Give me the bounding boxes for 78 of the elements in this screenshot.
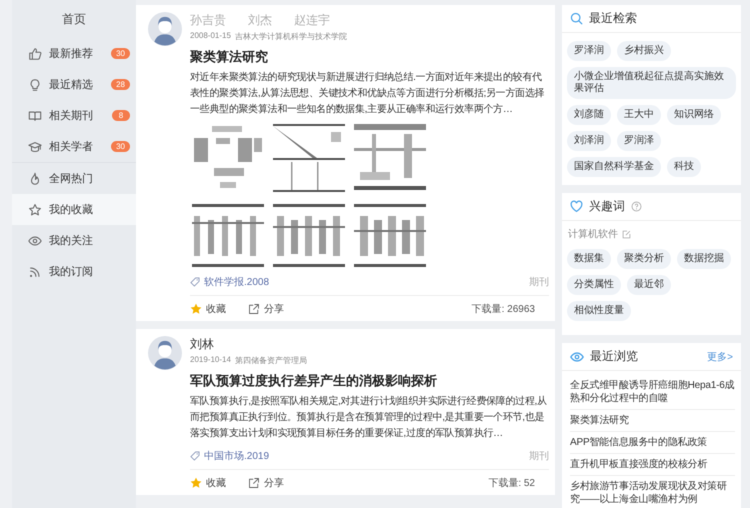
share-icon (248, 303, 260, 315)
sidebar-item[interactable]: 相关学者 30 (12, 131, 136, 162)
publish-date: 2019-10-14 (190, 355, 231, 366)
sidebar-item[interactable]: 我的订阅 (12, 256, 136, 287)
sidebar-header[interactable]: 首页 (12, 0, 136, 38)
rss-icon (28, 264, 42, 278)
keyword-chip[interactable]: 王大中 (617, 105, 661, 125)
recent-item[interactable]: 全反式维甲酸诱导肝癌细胞Hepa1-6成熟和分化过程中的自噬 (570, 375, 735, 410)
share-button[interactable]: 分享 (248, 476, 284, 490)
keyword-chip[interactable]: 最近邻 (627, 275, 671, 295)
tag-icon (190, 277, 200, 287)
download-count: 下载量: 52 (488, 476, 535, 490)
sidebar-item[interactable]: 最近精选 28 (12, 69, 136, 100)
flame-icon (28, 172, 42, 186)
help-icon[interactable] (631, 201, 642, 212)
keyword-chip[interactable]: 刘彦随 (567, 105, 611, 125)
lightbulb-icon (28, 78, 42, 92)
paper-abstract: 对近年来聚类算法的研究现状与新进展进行归纳总结.一方面对近年来提出的较有代表性的聚类算法,从算法思想、关键技术和优缺点等方面进行分析概括;另一方面选择一些典型的聚类算法和一些知名的数据集,主要从正确率和运行效率两个方… (190, 70, 546, 117)
keyword-chip[interactable]: 刘泽润 (567, 131, 611, 151)
author-name[interactable]: 刘林 (190, 336, 214, 353)
keyword-chip[interactable]: 数据挖掘 (677, 249, 731, 269)
keyword-chip[interactable]: 乡村振兴 (617, 41, 671, 61)
sidebar-item[interactable]: 我的关注 (12, 225, 136, 256)
graduation-cap-icon (28, 140, 42, 154)
journal-link[interactable]: 中国市场.2019 (204, 449, 270, 463)
keyword-chip[interactable]: 分类属性 (567, 275, 621, 295)
keyword-chip[interactable]: 小微企业增值税起征点提高实施效果评估 (567, 67, 736, 99)
panel-title: 最近检索 (589, 10, 637, 27)
share-button[interactable]: 分享 (248, 302, 284, 316)
count-badge: 8 (112, 110, 130, 121)
thumbs-up-icon (28, 46, 42, 60)
tag-icon (190, 451, 200, 461)
book-icon (28, 108, 42, 122)
panel-title: 最近浏览 (590, 348, 638, 365)
edit-icon[interactable] (622, 230, 631, 238)
keyword-chip[interactable]: 知识网络 (667, 105, 721, 125)
eye-icon (28, 234, 42, 248)
keyword-chip[interactable]: 数据集 (567, 249, 611, 269)
favorite-button[interactable]: 收藏 (190, 476, 226, 490)
download-count: 下载量: 26963 (472, 302, 535, 316)
journal-link[interactable]: 软件学报.2008 (204, 275, 270, 289)
count-badge: 30 (111, 141, 130, 152)
paper-title[interactable]: 军队预算过度执行差异产生的消极影响探析 (190, 372, 549, 390)
keyword-chip[interactable]: 科技 (667, 157, 701, 177)
institution: 第四储备资产管理局 (234, 355, 307, 366)
document-type: 期刊 (529, 276, 549, 289)
sidebar-item[interactable]: 相关期刊 8 (12, 100, 136, 131)
keyword-chip[interactable]: 国家自然科学基金 (567, 157, 661, 177)
institution: 吉林大学计算机科学与技术学院 (234, 31, 347, 42)
star-icon (190, 477, 202, 489)
recent-item[interactable]: 直升机甲板直接强度的校核分析 (570, 454, 735, 476)
keyword-chip[interactable]: 罗润泽 (617, 131, 661, 151)
paper-abstract: 军队预算执行,是按照军队相关规定,对其进行计划组织并实际进行经费保障的过程,从而把预算真正执行到位。预算执行是含在预算管理的过程中,是其重要一个环节,也是落实预算支出计划和实现预算目标任务的重要保证,过度的军队预算执行… (190, 394, 548, 441)
count-badge: 28 (111, 79, 130, 90)
recent-item[interactable]: 聚类算法研究 (570, 410, 735, 432)
search-icon (570, 12, 583, 25)
category-label: 计算机软件 (568, 228, 618, 241)
keyword-chip[interactable]: 聚类分析 (617, 249, 671, 269)
panel-title: 兴趣词 (589, 198, 625, 215)
avatar-icon (148, 336, 182, 370)
paper-title[interactable]: 聚类算法研究 (190, 48, 549, 66)
avatar-icon (148, 12, 182, 46)
star-icon (190, 303, 202, 315)
publish-date: 2008-01-15 (190, 31, 231, 42)
sidebar-item[interactable]: 我的收藏 (12, 194, 136, 225)
count-badge: 30 (111, 48, 130, 59)
favorite-button[interactable]: 收藏 (190, 302, 226, 316)
more-link[interactable]: 更多> (707, 350, 733, 364)
eye-icon (570, 350, 584, 364)
document-type: 期刊 (529, 450, 549, 463)
recent-item[interactable]: APP智能信息服务中的隐私政策 (570, 432, 735, 454)
star-icon (28, 202, 42, 216)
share-icon (248, 477, 260, 489)
heart-icon (570, 200, 583, 213)
keyword-chip[interactable]: 相似性度量 (567, 301, 631, 321)
recent-item[interactable]: 乡村旅游节事活动发展现状及对策研究——以上海金山嘴渔村为例 (570, 476, 735, 508)
keyword-chip[interactable]: 罗泽润 (567, 41, 611, 61)
sidebar-item[interactable]: 最新推荐 30 (12, 38, 136, 69)
